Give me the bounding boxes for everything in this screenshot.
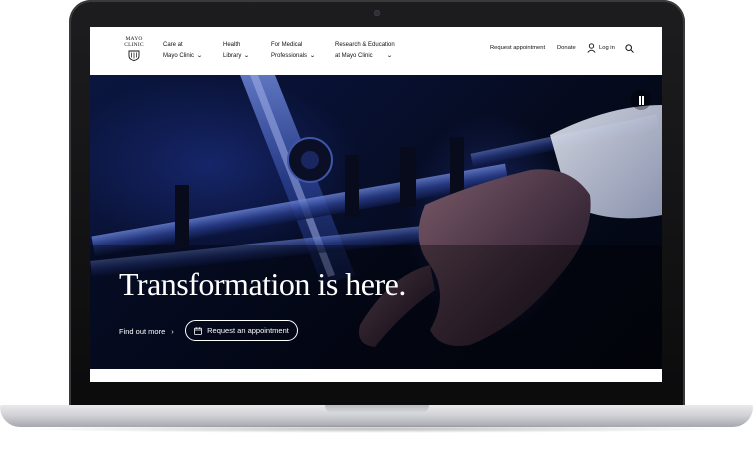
page-content-strip [90,369,662,382]
nav-care-at-mayo-clinic[interactable]: Care at Mayo Clinic ⌄ [163,40,203,62]
nav-health-library[interactable]: Health Library ⌄ [223,40,251,62]
find-out-more-link[interactable]: Find out more › [119,327,174,336]
donate-link[interactable]: Donate [557,45,576,51]
find-out-more-label: Find out more [119,327,166,336]
camera-icon [374,10,380,16]
pause-button[interactable] [631,90,651,110]
chevron-down-icon: ⌄ [385,53,393,59]
chevron-down-icon: ⌄ [243,53,251,59]
chevron-right-icon: › [171,327,174,336]
request-appointment-link[interactable]: Request appointment [490,45,545,51]
laptop-lid-notch [325,405,429,413]
nav-item-label-line2: Library [223,53,242,59]
calendar-icon [194,326,203,335]
hero-banner: Transformation is here. Find out more › R… [90,75,662,369]
nav-for-medical-professionals[interactable]: For Medical Professionals ⌄ [271,40,316,62]
logo-text-line2: CLINIC [124,42,144,48]
request-appointment-button[interactable]: Request an appointment [185,320,298,341]
request-appointment-label: Request an appointment [207,326,289,335]
mayo-clinic-logo[interactable]: MAYO CLINIC [120,36,148,61]
login-link[interactable]: Log in [599,45,615,51]
user-icon[interactable] [587,43,596,53]
shield-icon [128,50,140,61]
nav-item-label-line1: Research & Education [335,42,395,48]
chevron-down-icon: ⌄ [309,53,316,59]
nav-item-label-line2: Professionals [271,53,308,59]
browser-screen: MAYO CLINIC Care at Mayo Clinic ⌄ Health … [90,27,662,382]
nav-item-label-line1: Health [223,42,241,48]
nav-research-education[interactable]: Research & Education at Mayo Clinic ⌄ [335,40,395,62]
hero-headline: Transformation is here. [119,266,406,302]
nav-item-label-line2: at Mayo Clinic [335,53,373,59]
nav-item-label-line1: For Medical [271,42,303,48]
search-icon[interactable] [625,44,634,53]
site-header: MAYO CLINIC Care at Mayo Clinic ⌄ Health … [90,27,662,76]
chevron-down-icon: ⌄ [196,53,203,59]
hero-background-image [90,75,662,369]
nav-item-label-line2: Mayo Clinic [163,53,195,59]
nav-item-label-line1: Care at [163,42,183,48]
